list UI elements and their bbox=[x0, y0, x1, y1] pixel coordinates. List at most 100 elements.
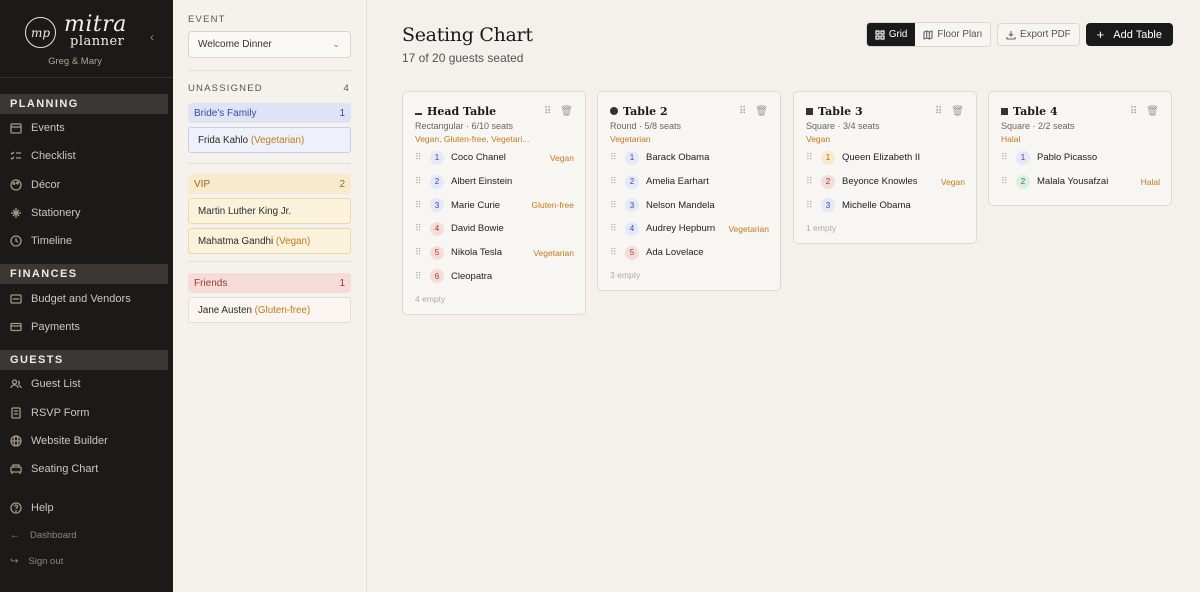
drag-handle-icon[interactable]: ⠿ bbox=[415, 200, 423, 211]
drag-handle-icon[interactable]: ⠿ bbox=[806, 176, 814, 187]
group-vip: VIP 2 Martin Luther King Jr. Mahatma Gan… bbox=[188, 174, 351, 254]
nav-item-timeline[interactable]: Timeline bbox=[0, 227, 173, 255]
nav-item-rsvp-form[interactable]: RSVP Form bbox=[0, 398, 173, 426]
nav-item-events[interactable]: Events bbox=[0, 114, 173, 142]
nav-item-guest-list[interactable]: Guest List bbox=[0, 370, 173, 398]
guest-card[interactable]: Martin Luther King Jr. bbox=[188, 198, 351, 224]
table-card[interactable]: Table 2 Round · 5/8 seats Vegetarian ⠿ 🗑… bbox=[597, 91, 781, 292]
drag-handle-icon[interactable]: ⠿ bbox=[1001, 176, 1009, 187]
nav-item-stationery[interactable]: Stationery bbox=[0, 199, 173, 227]
seat-guest-name: Barack Obama bbox=[646, 152, 710, 164]
seat-guest-diet: Vegetarian bbox=[728, 223, 769, 234]
drag-handle-icon[interactable]: ⠿ bbox=[806, 200, 814, 211]
nav-item-payments[interactable]: Payments bbox=[0, 313, 173, 341]
group-header[interactable]: Friends 1 bbox=[188, 273, 351, 293]
nav-label: Décor bbox=[31, 178, 61, 191]
guest-diet: (Vegetarian) bbox=[250, 135, 305, 146]
group-brides-family: Bride's Family 1 Frida Kahlo (Vegetarian… bbox=[188, 103, 351, 153]
nav-label: Sign out bbox=[28, 556, 64, 568]
seat-row[interactable]: ⠿ 4 David Bowie bbox=[403, 217, 585, 241]
collapse-sidebar-icon[interactable]: ‹ bbox=[150, 30, 154, 44]
form-icon bbox=[10, 406, 22, 419]
seat-number: 4 bbox=[430, 221, 444, 236]
drag-handle-icon[interactable]: ⠿ bbox=[610, 223, 618, 234]
grid-view-button[interactable]: Grid bbox=[866, 23, 916, 46]
drag-handle-icon[interactable]: ⠿ bbox=[415, 176, 423, 187]
unassigned-panel: EVENT Welcome Dinner ⌄ UNASSIGNED 4 Brid… bbox=[173, 0, 367, 592]
nav-header-guests: GUESTS bbox=[0, 350, 168, 371]
download-icon bbox=[1006, 30, 1016, 40]
seat-row[interactable]: ⠿ 1 Pablo Picasso bbox=[989, 146, 1171, 170]
page-title: Seating Chart bbox=[402, 24, 533, 46]
table-card[interactable]: Table 4 Square · 2/2 seats Halal ⠿ 🗑︎ ⠿ … bbox=[988, 91, 1172, 207]
seat-row[interactable]: ⠿ 2 Amelia Earhart bbox=[598, 170, 780, 194]
event-select[interactable]: Welcome Dinner ⌄ bbox=[188, 31, 351, 58]
seat-row[interactable]: ⠿ 1 Barack Obama bbox=[598, 146, 780, 170]
seat-guest-name: Michelle Obama bbox=[842, 199, 911, 211]
drag-handle-icon[interactable]: ⠿ bbox=[739, 106, 746, 117]
drag-handle-icon[interactable]: ⠿ bbox=[610, 152, 618, 163]
trash-icon[interactable]: 🗑︎ bbox=[1146, 106, 1159, 117]
drag-handle-icon[interactable]: ⠿ bbox=[610, 247, 618, 258]
seat-row[interactable]: ⠿ 5 Nikola Tesla Vegetarian bbox=[403, 241, 585, 265]
guest-card[interactable]: Mahatma Gandhi (Vegan) bbox=[188, 228, 351, 254]
drag-handle-icon[interactable]: ⠿ bbox=[610, 176, 618, 187]
table-card[interactable]: Head Table Rectangular · 6/10 seats Vega… bbox=[402, 91, 586, 316]
trash-icon[interactable]: 🗑︎ bbox=[951, 106, 964, 117]
seat-row[interactable]: ⠿ 4 Audrey Hepburn Vegetarian bbox=[598, 217, 780, 241]
drag-handle-icon[interactable]: ⠿ bbox=[415, 271, 423, 282]
seat-guest-name: David Bowie bbox=[451, 223, 504, 235]
drag-handle-icon[interactable]: ⠿ bbox=[1130, 106, 1137, 117]
seat-row[interactable]: ⠿ 1 Coco Chanel Vegan bbox=[403, 146, 585, 170]
group-header[interactable]: Bride's Family 1 bbox=[188, 103, 351, 123]
add-table-button[interactable]: + Add Table bbox=[1085, 23, 1173, 46]
seat-row[interactable]: ⠿ 3 Nelson Mandela bbox=[598, 193, 780, 217]
drag-handle-icon[interactable]: ⠿ bbox=[415, 223, 423, 234]
seat-guest-name: Nelson Mandela bbox=[646, 199, 715, 211]
nav-item-signout[interactable]: ↪ Sign out bbox=[0, 549, 173, 575]
seat-row[interactable]: ⠿ 3 Michelle Obama bbox=[794, 193, 976, 217]
drag-handle-icon[interactable]: ⠿ bbox=[415, 152, 423, 163]
guest-card[interactable]: Frida Kahlo (Vegetarian) bbox=[188, 127, 351, 153]
nav-item-checklist[interactable]: Checklist bbox=[0, 142, 173, 170]
seat-guest-diet: Vegan bbox=[940, 176, 965, 187]
nav-label: Dashboard bbox=[30, 530, 77, 542]
table-card[interactable]: Table 3 Square · 3/4 seats Vegan ⠿ 🗑︎ ⠿ … bbox=[793, 91, 977, 245]
trash-icon[interactable]: 🗑︎ bbox=[755, 106, 768, 117]
seat-row[interactable]: ⠿ 5 Ada Lovelace bbox=[598, 241, 780, 265]
nav-item-budget[interactable]: Budget and Vendors bbox=[0, 284, 173, 312]
guest-name: Frida Kahlo bbox=[198, 135, 249, 146]
nav-label: Events bbox=[31, 122, 65, 135]
drag-handle-icon[interactable]: ⠿ bbox=[806, 152, 814, 163]
seat-guest-diet: Gluten-free bbox=[531, 200, 574, 211]
nav-item-help[interactable]: Help bbox=[0, 494, 173, 522]
seat-row[interactable]: ⠿ 3 Marie Curie Gluten-free bbox=[403, 193, 585, 217]
table-card-header: Table 3 Square · 3/4 seats Vegan ⠿ 🗑︎ bbox=[794, 92, 976, 144]
nav-item-decor[interactable]: Décor bbox=[0, 171, 173, 199]
table-meta: Rectangular · 6/10 seats bbox=[415, 121, 514, 131]
trash-icon[interactable]: 🗑︎ bbox=[560, 106, 573, 117]
drag-handle-icon[interactable]: ⠿ bbox=[544, 106, 551, 117]
floor-plan-button[interactable]: Floor Plan bbox=[915, 23, 991, 46]
seat-row[interactable]: ⠿ 2 Malala Yousafzai Halal bbox=[989, 170, 1171, 194]
drag-handle-icon[interactable]: ⠿ bbox=[935, 106, 942, 117]
table-card-header: Table 4 Square · 2/2 seats Halal ⠿ 🗑︎ bbox=[989, 92, 1171, 144]
drag-handle-icon[interactable]: ⠿ bbox=[1001, 152, 1009, 163]
drag-handle-icon[interactable]: ⠿ bbox=[610, 200, 618, 211]
group-header[interactable]: VIP 2 bbox=[188, 174, 351, 194]
nav-item-dashboard[interactable]: ← Dashboard bbox=[0, 523, 173, 549]
drag-handle-icon[interactable]: ⠿ bbox=[415, 247, 423, 258]
guest-card[interactable]: Jane Austen (Gluten-free) bbox=[188, 297, 351, 323]
seat-row[interactable]: ⠿ 2 Beyonce Knowles Vegan bbox=[794, 170, 976, 194]
nav-item-seating-chart[interactable]: Seating Chart bbox=[0, 455, 173, 483]
floor-plan-label: Floor Plan bbox=[937, 29, 983, 40]
nav-item-website-builder[interactable]: Website Builder bbox=[0, 427, 173, 455]
export-pdf-button[interactable]: Export PDF bbox=[997, 23, 1080, 46]
card-spacer bbox=[989, 193, 1171, 205]
users-icon bbox=[10, 378, 22, 390]
seat-row[interactable]: ⠿ 1 Queen Elizabeth II bbox=[794, 146, 976, 170]
seat-guest-name: Beyonce Knowles bbox=[842, 176, 918, 188]
table-shape-icon bbox=[610, 105, 623, 118]
seat-row[interactable]: ⠿ 6 Cleopatra bbox=[403, 264, 585, 288]
seat-row[interactable]: ⠿ 2 Albert Einstein bbox=[403, 170, 585, 194]
